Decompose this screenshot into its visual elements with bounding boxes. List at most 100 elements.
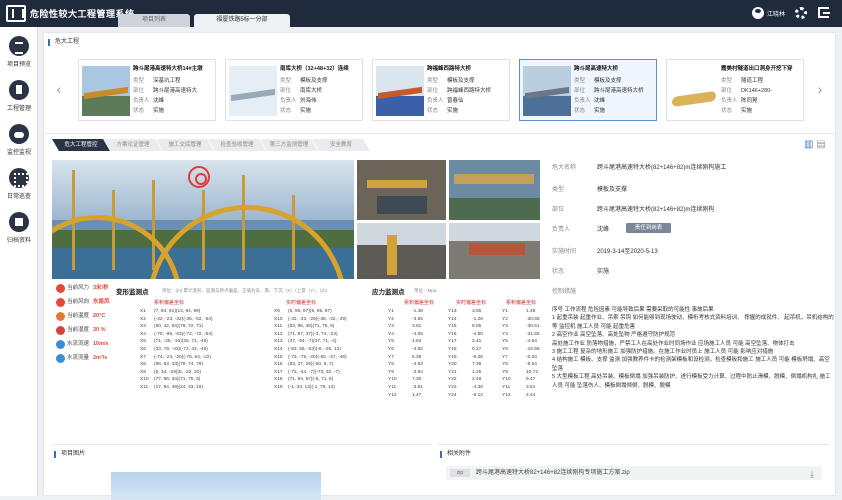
deform-cell: X16 [274,362,283,368]
metric-label: 当前风力 [67,285,90,291]
stress-cell: -31.55 [526,331,540,337]
card-value: 实施 [594,108,606,114]
stress-cell: Y16 [448,331,457,337]
tab-project-list[interactable]: 项目列表 [118,14,190,27]
deform-cell: (-73, -44, -7)(-73, 32, -7) [288,369,340,375]
compass-icon [56,298,65,307]
project-card[interactable]: 霞美村隧道出口洞身开挖下穿 类型 隧道工程 部位 DK146+280- 负责人 陈同晃… [666,59,804,121]
stress-col1: 累积偏差坐标 [404,300,435,306]
target-marker-icon[interactable] [188,166,210,188]
document-icon[interactable]: ▤ [816,139,825,150]
tab-current-project[interactable]: 福厦铁路5标一分部 [194,14,290,27]
tab-briefing[interactable]: 施工交底管理 [156,139,214,151]
project-card[interactable]: 跨斗尾港高速特大桥14#主墩 类型 深基坑工程 部位 跨斗尾港高速特大 负责人 沈峰 … [78,59,216,121]
deform-cell: X10 [274,316,283,322]
card-label: 类型 [427,78,439,84]
stress-cell: Y8 [388,362,394,368]
logout-icon[interactable] [818,7,830,18]
deform-cell: X5 [140,339,146,345]
cloud-icon [9,124,29,144]
site-photo[interactable] [357,223,446,279]
carousel-next-icon[interactable]: › [815,81,825,97]
deform-cell: (77, 96, 34)(71, 75, 5) [154,377,201,383]
sidebar-item-label: 监控监视 [6,150,31,156]
site-photo[interactable] [449,223,540,279]
deform-cell: (-1, 33, 13)(-1, 79, 13) [288,385,335,390]
deform-cell: (-32, -33, -29)(-38, -32, -29) [288,316,347,322]
attachment-item[interactable]: zip 跨斗尾港高速特大桥82+146+82连续刚构专项施工方案.zip ⤓ [446,466,822,480]
stress-cell: Y9 [388,369,394,375]
sidebar-item-label: 工程管理 [6,106,31,112]
card-label: 类型 [721,78,733,84]
sidebar-item-engineering[interactable]: 工程管理 [0,80,38,112]
metric-value: 10m/s [93,341,109,347]
tab-third-party[interactable]: 第三方监测管理 [260,139,318,151]
water-icon [56,340,65,349]
sidebar-item-archive[interactable]: 归档资料 [0,212,38,244]
sidebar-item-overview[interactable]: 项目预览 [0,36,38,68]
detail-value: 沈峰 [597,227,610,233]
sidebar-item-monitoring[interactable]: 监控监视 [0,124,38,156]
card-title: 跨斗尾高速特大桥 [574,66,619,72]
card-value: 隧道工程 [741,78,764,84]
site-photo[interactable] [449,160,540,220]
user-menu[interactable]: 江晓林 [752,7,785,19]
app-logo [6,5,26,22]
deform-cell: X13 [274,339,283,345]
card-row-status: 状态 实施 [427,106,458,114]
gear-icon[interactable] [795,7,807,19]
deform-cell: (5, 34, -29)(5, -22, 20) [154,369,201,375]
stress-cell: 3.55 [472,309,482,314]
site-photo[interactable] [357,160,446,220]
stress-cell: Y1 [388,309,394,314]
stress-cell: Y10 [502,377,511,383]
deform-cell: X11 [274,324,283,330]
project-card[interactable]: 跨福峰西路特大桥 类型 模板及支撑 部位 跨福峰西路特大桥 负责人 曾春仙 状态 实施 [372,59,510,121]
detail-value: 2019-3-14至2020-5-13 [597,249,658,255]
deform-cell: X12 [274,331,283,337]
water-icon [56,354,65,363]
stress-cell: Y6 [502,347,508,352]
responsibility-button[interactable]: 责任到岗表 [626,223,671,233]
attachments-section: 相关附件 zip 跨斗尾港高速特大桥82+146+82连续刚构专项施工方案.zi… [438,444,829,496]
card-value: 刘海伟 [300,98,317,104]
stress-cell: -4.38 [472,385,483,390]
chart-icon[interactable]: ▥ [804,139,813,150]
card-row-status: 状态 实施 [133,106,164,114]
stress-cell: -10.56 [526,347,540,352]
deform-cell: (-73, -75, -20)(-60, -47, -46) [288,354,347,360]
stress-cell: Y6 [388,347,394,352]
deform-cell: X14 [274,347,283,352]
project-card[interactable]: 南库大桥（32+48+32）连续 类型 模板及支撑 部位 南库大桥 负责人 刘海伟 状… [225,59,363,121]
metric-flow-rate: 水流流量 2m³/s [52,353,130,367]
stress-cell: Y9 [502,369,508,375]
tab-control[interactable]: 危大工程管控 [52,139,110,151]
download-icon[interactable]: ⤓ [810,467,814,481]
stress-cell: 1.25 [472,369,482,375]
card-row-type: 类型 模板及支撑 [280,76,328,84]
stress-cell: -30.51 [526,324,540,330]
stress-cell: 0.27 [472,347,482,352]
card-label: 负责人 [721,98,738,104]
card-value: 深基坑工程 [153,78,181,84]
card-row-type: 类型 深基坑工程 [133,76,181,84]
bim-model-view[interactable] [52,160,354,279]
card-value: 陈同晃 [741,98,758,104]
project-thumbnail [670,66,718,116]
deform-cell: X9 [140,369,146,375]
project-card-selected[interactable]: 跨斗尾高速特大桥 类型 模板及支撑 部位 跨斗尾港高速特大桥 负责人 沈峰 状态 实施 [519,59,657,121]
card-value: 模板及支撑 [594,78,622,84]
carousel-prev-icon[interactable]: ‹ [54,81,64,97]
tab-acceptance[interactable]: 检查验收管理 [208,139,266,151]
tab-safety-edu[interactable]: 安全教育 [312,139,370,151]
card-row-owner: 负责人 陈同晃 [721,96,758,104]
tab-plan-review[interactable]: 方案论证管理 [104,139,162,151]
stress-cell: Y11 [502,385,511,390]
deform-cell: (83, 37, 29)(-60, 9, 7) [288,362,334,368]
stress-cell: -6.05 [472,354,483,360]
stress-cell: Y23 [448,385,457,390]
stress-cell: 6.35 [412,354,422,360]
deform-cell: (90, 42, 54)(79, 72, 71) [154,324,204,330]
card-label: 类型 [280,78,292,84]
sidebar-item-inspection[interactable]: 日常巡查 [0,168,38,200]
